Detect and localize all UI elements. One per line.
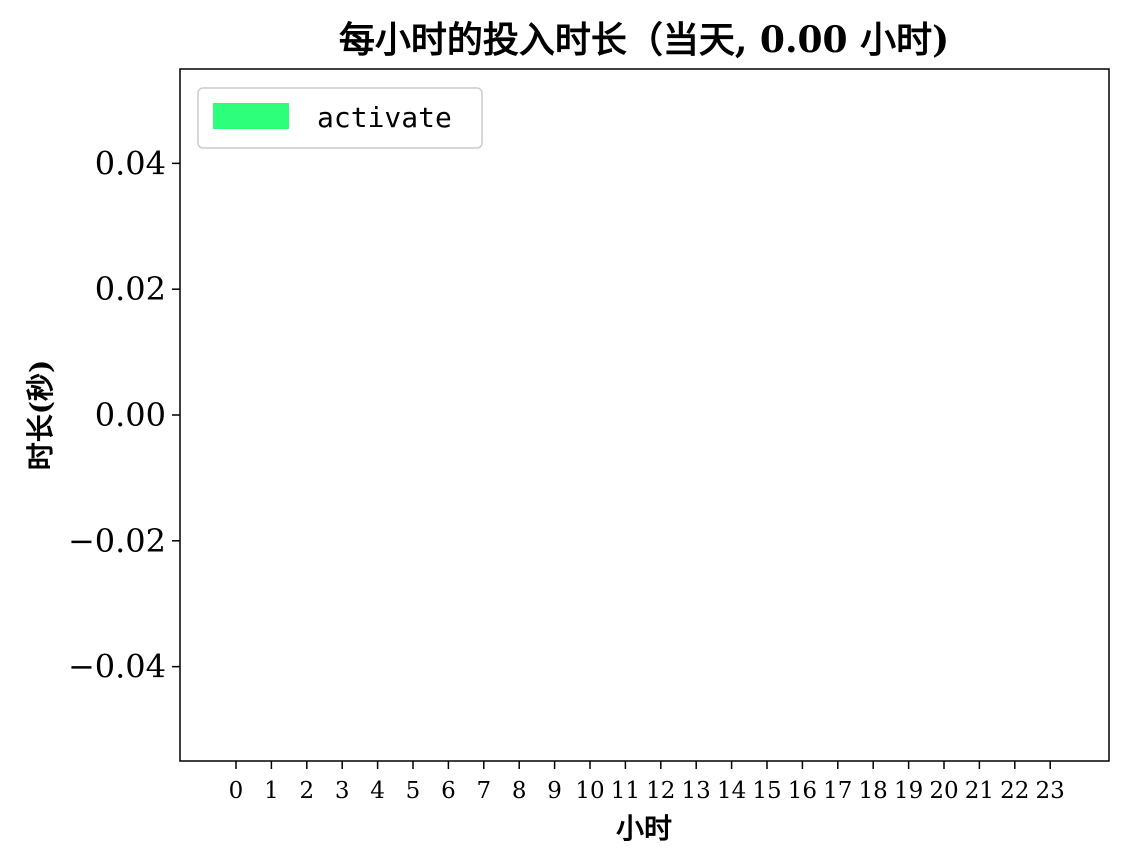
y-tick-label: 0.04 [95,144,166,182]
x-tick-label: 13 [682,778,711,804]
chart: 每小时的投入时长（当天, 0.00 小时) −0.04 −0.02 0.00 0.02… [0,0,1124,861]
y-axis: −0.04 −0.02 0.00 0.02 0.04 [68,144,180,686]
x-axis: 0 1 2 3 4 5 6 7 8 9 10 11 12 13 14 15 16 17 18 19 20 21 22 23 [229,761,1065,804]
y-tick-label: 0.02 [95,270,166,308]
bar-chart: 每小时的投入时长（当天, 0.00 小时) −0.04 −0.02 0.00 0.02… [24,19,1110,845]
y-axis-label: 时长(秒) [24,360,57,471]
chart-title: 每小时的投入时长（当天, 0.00 小时) [339,19,949,61]
legend: activate [197,87,483,149]
legend-swatch [213,103,289,129]
x-tick-label: 23 [1036,778,1065,804]
x-tick-label: 22 [1000,778,1029,804]
x-tick-label: 4 [370,778,385,804]
x-tick-label: 20 [929,778,958,804]
x-tick-label: 19 [894,778,923,804]
x-tick-label: 11 [611,778,640,804]
x-tick-label: 16 [788,778,817,804]
y-tick-label: −0.04 [68,648,166,686]
x-tick-label: 6 [441,778,456,804]
x-tick-label: 21 [965,778,994,804]
y-tick-label: 0.00 [95,396,166,434]
x-tick-label: 3 [335,778,350,804]
x-tick-label: 10 [575,778,604,804]
y-tick-label: −0.02 [68,522,166,560]
x-tick-label: 9 [547,778,562,804]
x-tick-label: 14 [717,778,746,804]
x-tick-label: 0 [229,778,244,804]
x-tick-label: 12 [646,778,675,804]
x-tick-label: 1 [264,778,279,804]
x-tick-label: 17 [823,778,852,804]
x-tick-label: 8 [512,778,527,804]
plot-area [179,68,1110,762]
x-tick-label: 18 [859,778,888,804]
x-tick-label: 5 [406,778,421,804]
x-tick-label: 15 [752,778,781,804]
x-axis-label: 小时 [616,812,672,845]
x-tick-label: 2 [299,778,314,804]
x-tick-label: 7 [476,778,491,804]
legend-label: activate [317,101,452,134]
